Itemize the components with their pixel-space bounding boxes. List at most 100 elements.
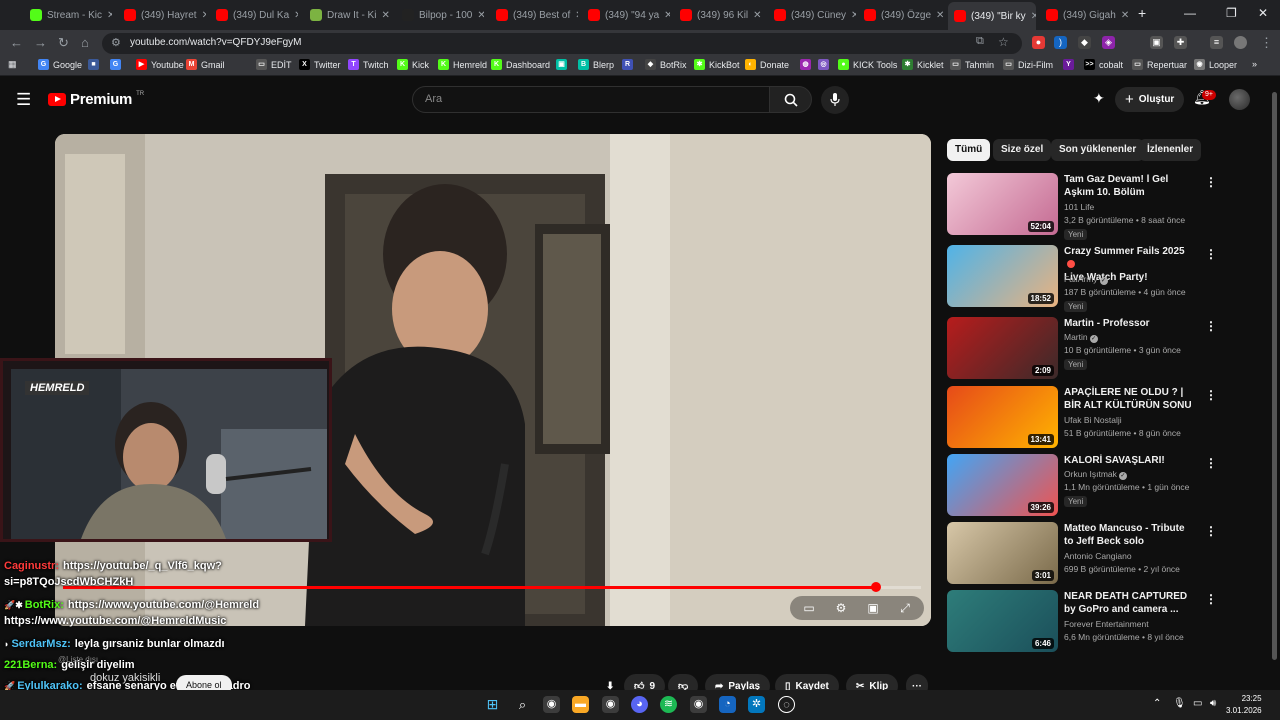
video-thumbnail[interactable]: 6:46 [947,590,1058,652]
filter-chip[interactable]: Son yüklenenler [1051,139,1145,161]
recommended-video[interactable]: 52:04 Tam Gaz Devam! l Gel Aşkım 10. Bölü… [947,173,1217,240]
channel-name[interactable]: Antonio Cangiano [1064,551,1132,561]
bookmark-item[interactable]: G Google [38,59,82,70]
tab-close-icon[interactable]: ✕ [851,10,856,21]
home-icon[interactable]: ⌂ [81,35,89,50]
tab-close-icon[interactable]: ✕ [936,10,944,21]
browser-tab[interactable]: Draw It - Ki ✕ [304,4,392,26]
bookmarks-overflow-icon[interactable]: » [1252,59,1257,69]
fullscreen-icon[interactable]: ⤢ [891,598,919,618]
youtube-premium-logo[interactable]: Premium TR [48,91,144,108]
tab-close-icon[interactable]: ✕ [202,10,206,21]
extension-icon[interactable]: ▣ [1150,36,1163,49]
channel-name[interactable]: FailArmy ✓ [1064,274,1108,285]
media-control-icon[interactable]: ≡ [1210,36,1223,49]
chrome-icon[interactable]: ◉ [543,696,560,713]
bookmark-item[interactable]: M Gmail [186,59,225,70]
bookmark-item[interactable]: ▭ EDİT [256,59,292,70]
video-title[interactable]: Matteo Mancuso - Tribute to Jeff Beck so… [1064,522,1194,548]
more-options-icon[interactable]: ⋮ [1205,388,1217,402]
browser-tab[interactable]: (349) Gigah ✕ [1040,4,1130,26]
tray-overflow-icon[interactable]: ⌃ [1153,698,1161,709]
video-thumbnail[interactable]: 2:09 [947,317,1058,379]
extensions-puzzle-icon[interactable]: ✚ [1174,36,1187,49]
channel-name[interactable]: 101 Life [1064,202,1094,212]
video-thumbnail[interactable]: 39:26 [947,454,1058,516]
settings-gear-icon[interactable]: ⚙ [827,598,855,618]
browser-tab[interactable]: (349) 96 Kil ✕ [674,4,762,26]
windows-start-icon[interactable]: ⊞ [484,696,501,713]
new-tab-button[interactable]: + [1138,5,1146,21]
bookmark-item[interactable]: T Twitch [348,59,389,70]
close-window-icon[interactable]: ✕ [1258,6,1268,20]
address-bar[interactable]: ⚙ youtube.com/watch?v=QFDYJ9eFgyM [102,33,1022,54]
app-settings-icon[interactable]: ✲ [748,696,765,713]
avatar[interactable] [1229,89,1250,110]
bookmark-item[interactable]: ▶ Youtube [136,59,184,70]
browser-tab[interactable]: (349) Özge ✕ [858,4,946,26]
recommended-video[interactable]: 3:01 Matteo Mancuso - Tribute to Jeff Bec… [947,522,1217,586]
more-options-icon[interactable]: ⋮ [1205,319,1217,333]
bookmark-item[interactable]: ✱ Kicklet [902,59,944,70]
app-icon[interactable]: ◔ [719,696,736,713]
recommended-video[interactable]: 13:41 APAÇİLERE NE OLDU ? | BİR ALT KÜLTÜ… [947,386,1217,450]
video-thumbnail[interactable]: 3:01 [947,522,1058,584]
channel-name[interactable]: dokuz yakisikli [90,672,160,684]
bookmark-item[interactable]: ◐ Donate [745,59,789,70]
browser-tab[interactable]: (349) "Bir ky ✕ [948,2,1036,30]
restore-icon[interactable]: ❐ [1226,6,1237,20]
bookmark-item[interactable]: G [110,59,121,70]
recommended-video[interactable]: 39:26 KALORİ SAVAŞLARI! Orkun Işıtmak ✓ 1,1 … [947,454,1217,518]
recommended-video[interactable]: 6:46 NEAR DEATH CAPTURED by GoPro and cam… [947,590,1217,654]
reload-icon[interactable]: ↻ [58,35,69,51]
video-title[interactable]: KALORİ SAVAŞLARI! [1064,454,1194,467]
bookmark-item[interactable]: ■ [88,59,99,70]
channel-name[interactable]: Ufak Bi Nostalji [1064,415,1122,425]
bookmark-item[interactable]: X Twitter [299,59,341,70]
filter-chip[interactable]: Size özel [993,139,1052,161]
tab-close-icon[interactable]: ✕ [1121,10,1129,21]
theater-mode-icon[interactable]: ▣ [859,598,887,618]
microphone-tray-icon[interactable]: 🎙︎ [1173,698,1186,709]
create-button[interactable]: + Oluştur [1115,87,1185,112]
bookmark-item[interactable]: K Hemreld [438,59,487,70]
browser-menu-icon[interactable]: ⋮ [1260,35,1273,51]
browser-tab[interactable]: (349) Hayret ✕ [118,4,206,26]
discord-icon[interactable]: ◕ [631,696,648,713]
chrome-alt-icon[interactable]: ◉ [690,696,707,713]
menu-icon[interactable]: ☰ [16,90,31,110]
tab-close-icon[interactable]: ✕ [1031,11,1036,22]
apps-grid-icon[interactable]: ▦ [8,59,17,70]
tab-close-icon[interactable]: ✕ [575,10,578,21]
channel-name[interactable]: Orkun Işıtmak ✓ [1064,469,1127,480]
bookmark-item[interactable]: K Kick [397,59,429,70]
tab-close-icon[interactable]: ✕ [381,10,389,21]
bookmark-item[interactable]: R [622,59,633,70]
cast-icon[interactable]: ✦ [1093,90,1105,107]
tab-close-icon[interactable]: ✕ [753,10,761,21]
browser-tab[interactable]: Bilpop - 100 ✕ [396,4,484,26]
bookmark-item[interactable]: ▭ Repertuar [1132,59,1187,70]
bookmark-item[interactable]: ▭ Dizi-Film [1003,59,1053,70]
bookmark-item[interactable]: >> cobalt [1084,59,1123,70]
bookmark-item[interactable]: ▣ [556,59,567,70]
video-thumbnail[interactable]: 13:41 [947,386,1058,448]
video-title[interactable]: APAÇİLERE NE OLDU ? | BİR ALT KÜLTÜRÜN S… [1064,386,1194,412]
progress-scrubber[interactable] [871,582,881,592]
bookmark-item[interactable]: B Blerp [578,59,614,70]
tab-close-icon[interactable]: ✕ [477,10,484,21]
search-button[interactable] [769,86,812,113]
bookmark-item[interactable]: Y [1063,59,1074,70]
more-options-icon[interactable]: ⋮ [1205,175,1217,189]
video-title[interactable]: Tam Gaz Devam! l Gel Aşkım 10. Bölüm [1064,173,1194,199]
bookmark-star-icon[interactable]: ☆ [998,35,1009,49]
extension-icon[interactable]: ) [1054,36,1067,49]
chrome-profile-icon[interactable]: ◉ [602,696,619,713]
bookmark-item[interactable]: ◉ Looper [1194,59,1237,70]
bookmark-item[interactable]: ◍ [800,59,811,70]
install-app-icon[interactable]: ⧉ [976,35,984,48]
spotify-icon[interactable]: ≋ [660,696,677,713]
more-options-icon[interactable]: ⋮ [1205,592,1217,606]
bookmark-item[interactable]: ● KICK Tools [838,59,897,70]
video-thumbnail[interactable]: 18:52 [947,245,1058,307]
